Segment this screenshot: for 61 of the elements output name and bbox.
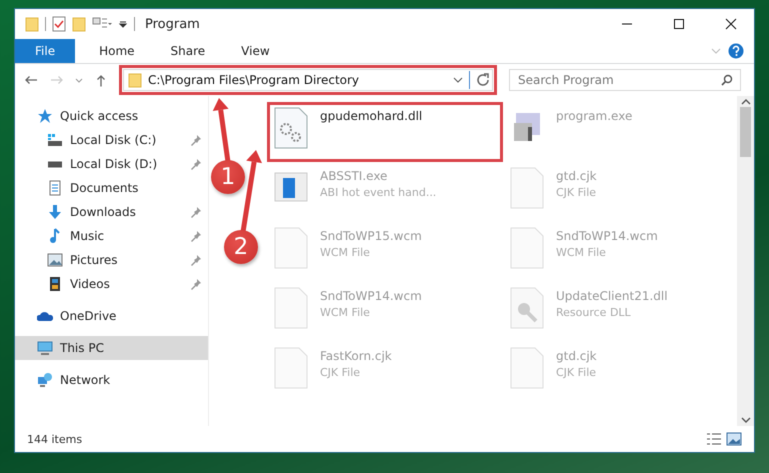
file-item[interactable]: gpudemohard.dll bbox=[267, 102, 503, 162]
monitor-icon bbox=[37, 340, 53, 356]
help-button[interactable] bbox=[726, 41, 746, 61]
ribbon-tab[interactable]: Share bbox=[154, 39, 222, 63]
refresh-icon[interactable] bbox=[476, 73, 492, 87]
sidebar-item[interactable]: Network bbox=[15, 368, 208, 392]
sidebar-item[interactable]: This PC bbox=[15, 336, 208, 360]
picture-icon bbox=[726, 432, 742, 446]
up-arrow-icon bbox=[96, 74, 106, 86]
file-icon bbox=[510, 227, 544, 269]
forward-arrow-icon bbox=[50, 75, 64, 85]
maximize-icon bbox=[673, 18, 685, 30]
chevron-down-icon bbox=[711, 48, 721, 54]
sidebar-item[interactable]: Videos bbox=[15, 272, 208, 296]
properties-icon bbox=[52, 16, 66, 32]
sidebar-item[interactable]: Quick access bbox=[15, 104, 208, 128]
drive-icon bbox=[47, 132, 63, 148]
ribbon-tab[interactable]: File bbox=[15, 39, 76, 63]
sidebar-item[interactable]: Local Disk (C:) bbox=[15, 128, 208, 152]
file-icon bbox=[274, 347, 308, 389]
download-icon bbox=[47, 204, 63, 220]
sidebar-item[interactable]: Pictures bbox=[15, 248, 208, 272]
wrench-file-icon bbox=[510, 287, 544, 329]
gears-file-icon bbox=[274, 107, 308, 149]
new-folder-icon bbox=[72, 16, 86, 32]
back-arrow-icon bbox=[24, 75, 38, 85]
picture-icon bbox=[47, 252, 63, 268]
ribbon-tab[interactable]: Home bbox=[83, 39, 151, 63]
close-icon bbox=[725, 18, 737, 30]
file-icon bbox=[274, 287, 308, 329]
search-field[interactable]: Search Program bbox=[509, 69, 741, 91]
document-icon bbox=[47, 180, 63, 196]
scroll-thumb[interactable] bbox=[740, 107, 751, 157]
scroll-up-icon[interactable] bbox=[740, 99, 750, 105]
file-icon bbox=[510, 167, 544, 209]
folder-icon bbox=[25, 16, 39, 32]
sidebar-item[interactable]: OneDrive bbox=[15, 304, 208, 328]
caret-icon bbox=[453, 77, 463, 83]
address-field[interactable]: C:\Program Files\Program Directory bbox=[123, 69, 493, 91]
network-icon bbox=[37, 372, 53, 388]
help-icon bbox=[728, 43, 744, 59]
folder-icon bbox=[128, 72, 142, 88]
file-icon bbox=[510, 347, 544, 389]
arrow bbox=[212, 98, 230, 162]
caret-icon bbox=[75, 78, 83, 82]
minimize-icon bbox=[621, 23, 633, 25]
window-title: Program bbox=[145, 16, 201, 32]
scroll-down-icon[interactable] bbox=[740, 417, 750, 423]
drive-icon bbox=[47, 160, 63, 168]
search-icon bbox=[721, 74, 733, 86]
ribbon-tab[interactable]: View bbox=[225, 39, 286, 63]
star-icon bbox=[37, 108, 53, 124]
sidebar-item[interactable]: Local Disk (D:) bbox=[15, 152, 208, 176]
sidebar-item[interactable]: Downloads bbox=[15, 200, 208, 224]
scrollbar[interactable] bbox=[737, 96, 754, 426]
item-count: 144 items bbox=[27, 432, 84, 446]
file-icon bbox=[274, 227, 308, 269]
sidebar-item[interactable]: Music bbox=[15, 224, 208, 248]
list-icon bbox=[706, 433, 722, 445]
sidebar-item[interactable]: Documents bbox=[15, 176, 208, 200]
film-icon bbox=[47, 276, 63, 292]
